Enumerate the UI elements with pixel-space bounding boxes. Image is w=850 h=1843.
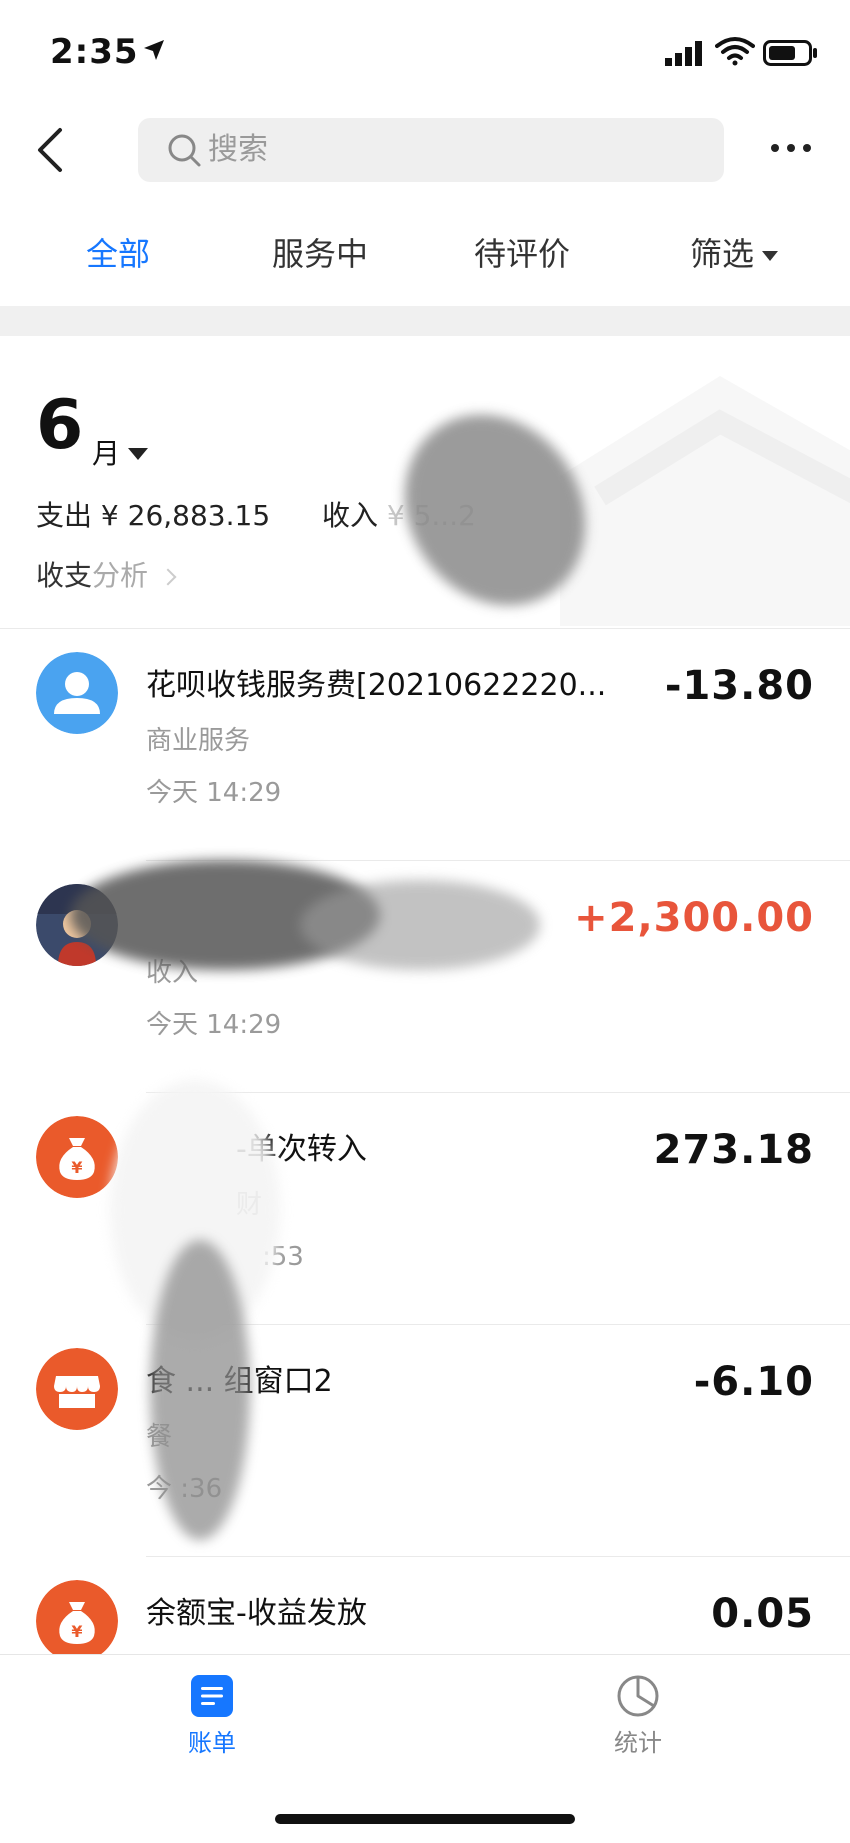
transaction-title: 余额宝-收益发放: [146, 1596, 367, 1631]
expense-label: 支出: [36, 499, 93, 532]
transaction-category: 商业服务: [146, 726, 251, 756]
transaction-amount: 273.18: [653, 1127, 814, 1173]
search-placeholder: 搜索: [208, 132, 268, 167]
transaction-amount: -13.80: [664, 663, 814, 709]
tab-filter-label: 筛选: [690, 235, 755, 273]
expense-value: ¥ 26,883.15: [100, 499, 271, 532]
income-label: 收入: [321, 499, 378, 532]
month-totals: 支出 ¥ 26,883.15 收入 ¥ 5...2: [36, 498, 476, 534]
home-indicator: [275, 1814, 575, 1824]
transaction-time: 今天 14:29: [146, 778, 282, 808]
signal-bars-icon: [665, 41, 702, 66]
tab-pending-review[interactable]: 待评价: [474, 232, 570, 276]
month-number[interactable]: 6: [36, 386, 83, 466]
search-input[interactable]: 搜索: [138, 118, 724, 182]
row-divider: [146, 1556, 850, 1557]
transaction-row[interactable]: 食 ... 组窗口2 -6.10 餐 今 :36: [0, 1326, 850, 1556]
tab-filter[interactable]: 筛选: [690, 232, 779, 276]
chevron-right-icon: [159, 568, 177, 586]
money-bag-icon: ¥: [36, 1580, 118, 1654]
bill-list-icon: [191, 1675, 233, 1717]
month-dropdown-caret-icon[interactable]: [128, 448, 148, 460]
month-summary: 6 月 支出 ¥ 26,883.15 收入 ¥ 5...2 收支分析: [0, 336, 850, 630]
transaction-title: 食 ... 组窗口2: [146, 1364, 333, 1399]
transaction-amount: +2,300.00: [574, 895, 814, 941]
transaction-time: 今 :36: [146, 1474, 223, 1504]
search-icon: [168, 134, 201, 167]
transaction-category: 收入: [146, 958, 199, 988]
transaction-category: 餐: [146, 1422, 173, 1452]
section-divider: [0, 306, 850, 336]
tab-statistics[interactable]: 统计: [578, 1673, 698, 1759]
transaction-category: 财: [236, 1190, 263, 1220]
tab-bill[interactable]: 账单: [152, 1673, 272, 1759]
person-avatar-icon: [36, 652, 118, 734]
transaction-title: -单次转入: [236, 1132, 367, 1167]
month-unit[interactable]: 月: [92, 436, 120, 472]
transaction-row[interactable]: +2,300.00 收入 今天 14:29: [0, 862, 850, 1092]
row-divider: [146, 1324, 850, 1325]
transaction-row[interactable]: ¥ 余额宝-收益发放 0.05: [0, 1558, 850, 1654]
row-divider: [146, 1092, 850, 1093]
more-dots-icon[interactable]: [766, 128, 816, 168]
location-arrow-icon: [144, 40, 164, 60]
analysis-sub-label: 分析: [92, 559, 149, 592]
analysis-label: 收支: [36, 559, 93, 592]
transaction-time: 今天 14:29: [146, 1010, 282, 1040]
status-time: 2:35: [50, 32, 139, 72]
transaction-title: 花呗收钱服务费[20210622220...: [146, 668, 607, 703]
svg-text:¥: ¥: [71, 1158, 82, 1177]
tab-statistics-label: 统计: [614, 1729, 662, 1757]
svg-text:¥: ¥: [71, 1622, 82, 1641]
transaction-amount: 0.05: [711, 1591, 814, 1637]
money-bag-icon: ¥: [36, 1116, 118, 1198]
transaction-time: :53: [262, 1242, 304, 1272]
tab-all[interactable]: 全部: [86, 232, 150, 276]
income-expense-analysis-link[interactable]: 收支分析: [36, 558, 177, 594]
section-divider-line: [0, 628, 850, 629]
wifi-icon: [715, 37, 755, 66]
income-value: ¥ 5...2: [386, 499, 476, 532]
status-bar: 2:35: [0, 0, 850, 100]
transaction-amount: -6.10: [693, 1359, 814, 1405]
tab-in-service[interactable]: 服务中: [272, 232, 368, 276]
tab-bill-label: 账单: [188, 1729, 236, 1757]
battery-icon: [763, 40, 817, 66]
transaction-row[interactable]: ¥ -单次转入 273.18 财 :53: [0, 1094, 850, 1324]
transaction-row[interactable]: 花呗收钱服务费[20210622220... -13.80 商业服务 今天 14…: [0, 630, 850, 860]
row-divider: [146, 860, 850, 861]
decorative-house-shape: [560, 376, 850, 626]
shop-icon: [36, 1348, 118, 1430]
caret-down-icon: [762, 251, 779, 261]
photo-avatar: [36, 884, 118, 966]
pie-chart-icon: [617, 1675, 659, 1717]
back-button[interactable]: [30, 122, 70, 178]
